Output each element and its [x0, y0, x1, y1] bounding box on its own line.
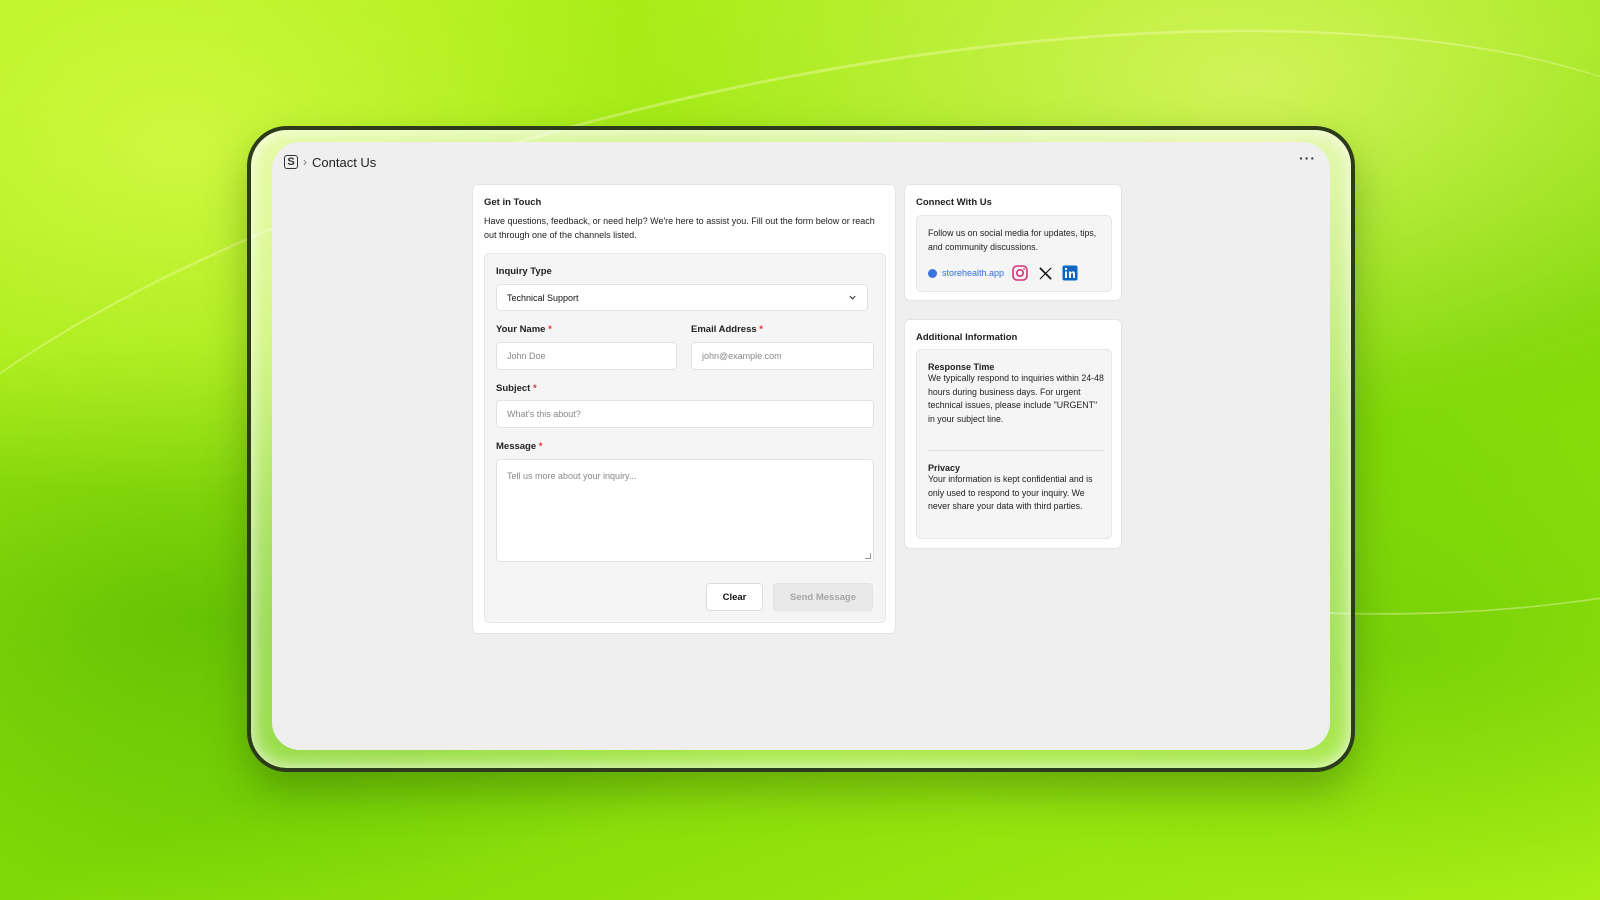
connect-description: Follow us on social media for updates, t…: [928, 228, 1097, 252]
subject-placeholder: What's this about?: [507, 409, 581, 419]
inquiry-type-select[interactable]: Technical Support: [496, 284, 868, 311]
instagram-icon[interactable]: [1011, 264, 1029, 282]
name-input[interactable]: John Doe: [496, 342, 677, 370]
resize-handle-icon[interactable]: [865, 553, 871, 559]
message-label-text: Message: [496, 441, 537, 452]
form-card-title: Get in Touch: [484, 197, 542, 208]
form-intro-text: Have questions, feedback, or need help? …: [484, 216, 875, 240]
clear-button[interactable]: Clear: [706, 583, 763, 611]
required-marker: *: [538, 441, 543, 452]
message-label: Message *: [496, 441, 542, 452]
name-label: Your Name *: [496, 324, 552, 335]
app-screen: S › Contact Us ··· Get in Touch Have que…: [272, 142, 1330, 750]
message-textarea[interactable]: Tell us more about your inquiry...: [496, 459, 874, 562]
section-divider: [928, 450, 1104, 451]
name-placeholder: John Doe: [507, 351, 546, 361]
additional-info-title: Additional Information: [916, 332, 1018, 343]
email-input[interactable]: john@example.com: [691, 342, 874, 370]
response-time-text: We typically respond to inquiries within…: [928, 373, 1104, 424]
send-message-button[interactable]: Send Message: [773, 583, 873, 611]
connect-panel: Follow us on social media for updates, t…: [916, 215, 1112, 292]
required-marker: *: [548, 324, 552, 335]
website-link[interactable]: storehealth.app: [928, 268, 1004, 278]
social-links: storehealth.app: [928, 264, 1079, 282]
required-marker: *: [532, 383, 537, 394]
subject-input[interactable]: What's this about?: [496, 400, 874, 428]
breadcrumb: S › Contact Us: [284, 152, 376, 172]
breadcrumb-separator: ›: [303, 155, 307, 169]
website-link-text: storehealth.app: [942, 268, 1005, 278]
chevron-down-icon: [849, 295, 856, 300]
more-options-icon[interactable]: ···: [1299, 150, 1316, 166]
subject-label: Subject *: [496, 383, 537, 394]
privacy-heading: Privacy: [928, 463, 961, 473]
privacy-text: Your information is kept confidential an…: [928, 474, 1093, 511]
inquiry-type-value: Technical Support: [507, 292, 579, 303]
name-label-text: Your Name: [496, 324, 546, 335]
connect-card: Connect With Us Follow us on social medi…: [904, 184, 1122, 301]
linkedin-icon[interactable]: [1061, 264, 1079, 282]
x-icon[interactable]: [1036, 264, 1054, 282]
app-logo-icon[interactable]: S: [284, 155, 298, 169]
response-time-section: Response Time We typically respond to in…: [928, 362, 1104, 426]
message-placeholder: Tell us more about your inquiry...: [507, 471, 637, 481]
additional-info-card: Additional Information Response Time We …: [904, 319, 1122, 549]
email-placeholder: john@example.com: [702, 351, 782, 361]
contact-form-card: Get in Touch Have questions, feedback, o…: [472, 184, 896, 634]
required-marker: *: [759, 324, 763, 335]
response-time-heading: Response Time: [928, 362, 995, 372]
email-label-text: Email Address: [691, 324, 757, 335]
email-label: Email Address *: [691, 324, 763, 335]
privacy-section: Privacy Your information is kept confide…: [928, 463, 1104, 514]
additional-info-panel: Response Time We typically respond to in…: [916, 349, 1112, 539]
page-title: Contact Us: [312, 154, 377, 170]
globe-icon: [928, 268, 937, 278]
connect-card-title: Connect With Us: [916, 197, 992, 208]
inquiry-type-label: Inquiry Type: [496, 266, 552, 277]
subject-label-text: Subject: [496, 383, 531, 394]
contact-form: Inquiry Type Technical Support Your Name…: [484, 253, 886, 623]
